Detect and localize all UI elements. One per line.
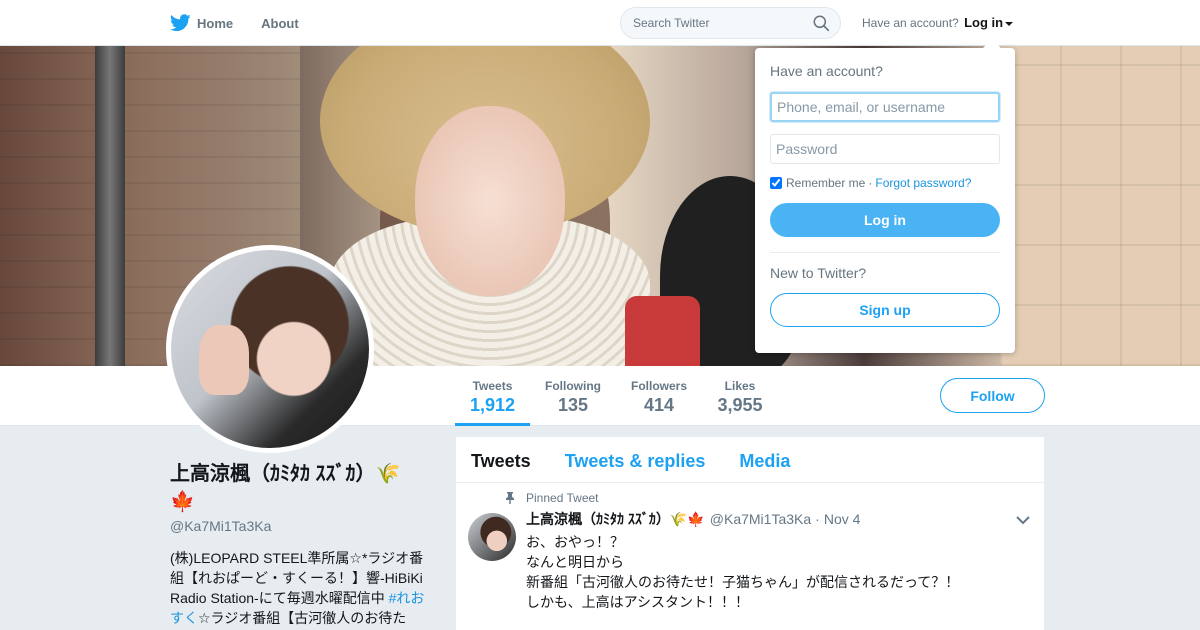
chevron-down-icon[interactable] bbox=[1016, 515, 1030, 525]
login-menu-label: Log in bbox=[964, 15, 1004, 30]
stat-followers[interactable]: Followers 414 bbox=[626, 366, 692, 426]
pin-icon bbox=[506, 492, 514, 504]
stat-value: 135 bbox=[557, 395, 589, 415]
tweet-separator: · bbox=[815, 511, 820, 527]
tweet-line: 新番組「古河徹人のお待たせ！子猫ちゃん」が配信されるだって？！ bbox=[526, 574, 960, 590]
tweet-text: お、おやっ！？ なんと明日から 新番組「古河徹人のお待たせ！子猫ちゃん」が配信さ… bbox=[526, 532, 1029, 612]
avatar-peace-sign bbox=[199, 325, 249, 395]
stat-label: Following bbox=[545, 379, 601, 393]
bio-text: ☆ラジオ番組【古河徹人のお待た bbox=[198, 610, 407, 626]
remember-me-checkbox[interactable] bbox=[770, 177, 782, 189]
tweet-author-name[interactable]: 上高涼楓（ｶﾐﾀｶ ｽｽﾞｶ）🌾🍁 bbox=[526, 509, 705, 529]
tweet-line: なんと明日から bbox=[526, 554, 624, 570]
forgot-password-link[interactable]: Forgot password? bbox=[875, 176, 971, 190]
remember-me-label[interactable]: Remember me bbox=[786, 176, 865, 190]
stat-label: Followers bbox=[630, 379, 687, 393]
login-button[interactable]: Log in bbox=[770, 203, 1000, 237]
banner-tiles bbox=[1000, 46, 1200, 366]
tweet-line: お、おやっ！？ bbox=[526, 534, 624, 550]
profile-name[interactable]: 上高涼楓（ｶﾐﾀｶ ｽｽﾞｶ）🌾🍁 bbox=[170, 460, 410, 516]
search-icon[interactable] bbox=[813, 15, 830, 32]
stat-label: Likes bbox=[724, 379, 756, 393]
profile-handle[interactable]: @Ka7Mi1Ta3Ka bbox=[170, 518, 271, 534]
search-input[interactable] bbox=[621, 8, 801, 38]
banner-pipe bbox=[95, 46, 125, 366]
banner-bag bbox=[625, 296, 700, 366]
nav-about[interactable]: About bbox=[261, 16, 299, 31]
tweet-author-handle[interactable]: @Ka7Mi1Ta3Ka bbox=[710, 511, 811, 527]
timeline-tabs: Tweets Tweets & replies Media bbox=[456, 437, 1044, 483]
tweet-header: 上高涼楓（ｶﾐﾀｶ ｽｽﾞｶ）🌾🍁 @Ka7Mi1Ta3Ka · Nov 4 bbox=[526, 509, 1029, 529]
pinned-label: Pinned Tweet bbox=[526, 491, 599, 505]
nav-home[interactable]: Home bbox=[170, 14, 233, 32]
account-prompt: Have an account? bbox=[862, 16, 959, 30]
stat-tweets[interactable]: Tweets 1,912 bbox=[455, 366, 530, 426]
tweet-line: しかも、上高はアシスタント！！！ bbox=[526, 594, 750, 610]
stat-likes[interactable]: Likes 3,955 bbox=[710, 366, 770, 426]
tab-tweets-replies[interactable]: Tweets & replies bbox=[565, 437, 706, 482]
tweet-avatar[interactable] bbox=[468, 513, 516, 561]
timeline: Tweets Tweets & replies Media Pinned Twe… bbox=[456, 437, 1044, 630]
banner-face bbox=[415, 106, 565, 296]
nav-home-label: Home bbox=[197, 15, 234, 31]
nav-about-label: About bbox=[261, 15, 299, 31]
twitter-bird-icon bbox=[170, 14, 191, 32]
stat-value: 1,912 bbox=[469, 395, 516, 415]
tweet-date[interactable]: Nov 4 bbox=[824, 511, 861, 527]
tweet-item[interactable]: Pinned Tweet 上高涼楓（ｶﾐﾀｶ ｽｽﾞｶ）🌾🍁 @Ka7Mi1Ta… bbox=[456, 483, 1044, 612]
stat-value: 3,955 bbox=[717, 395, 763, 415]
stat-value: 414 bbox=[643, 395, 675, 415]
tab-media[interactable]: Media bbox=[739, 437, 790, 482]
follow-button[interactable]: Follow bbox=[940, 378, 1045, 413]
nav-left: Home About bbox=[170, 0, 327, 46]
bio-text: (株)LEOPARD STEEL準所属☆*ラジオ番組【れおぱーど・すくーる！】響… bbox=[170, 550, 424, 606]
pinned-indicator: Pinned Tweet bbox=[506, 491, 1029, 505]
profile-bio: (株)LEOPARD STEEL準所属☆*ラジオ番組【れおぱーど・すくーる！】響… bbox=[170, 548, 435, 628]
stat-label: Tweets bbox=[472, 379, 513, 393]
caret-down-icon bbox=[1005, 21, 1014, 26]
password-field[interactable] bbox=[770, 134, 1000, 164]
login-menu-toggle[interactable]: Log in bbox=[964, 15, 1014, 30]
top-nav-bar: Home About Have an account? Log in bbox=[0, 0, 1200, 46]
account-menu: Have an account? Log in bbox=[862, 15, 1014, 30]
divider bbox=[770, 252, 1000, 253]
remember-row: Remember me · Forgot password? bbox=[770, 176, 1000, 190]
signup-button[interactable]: Sign up bbox=[770, 293, 1000, 327]
new-to-twitter-prompt: New to Twitter? bbox=[770, 265, 867, 281]
tab-tweets[interactable]: Tweets bbox=[471, 437, 531, 482]
profile-avatar[interactable] bbox=[166, 245, 374, 453]
login-dropdown: Have an account? Remember me · Forgot pa… bbox=[755, 39, 1015, 353]
username-field[interactable] bbox=[770, 92, 1000, 122]
search-box bbox=[620, 7, 841, 39]
stat-following[interactable]: Following 135 bbox=[540, 366, 606, 426]
login-dropdown-title: Have an account? bbox=[770, 63, 883, 79]
remember-separator: · bbox=[868, 176, 873, 190]
